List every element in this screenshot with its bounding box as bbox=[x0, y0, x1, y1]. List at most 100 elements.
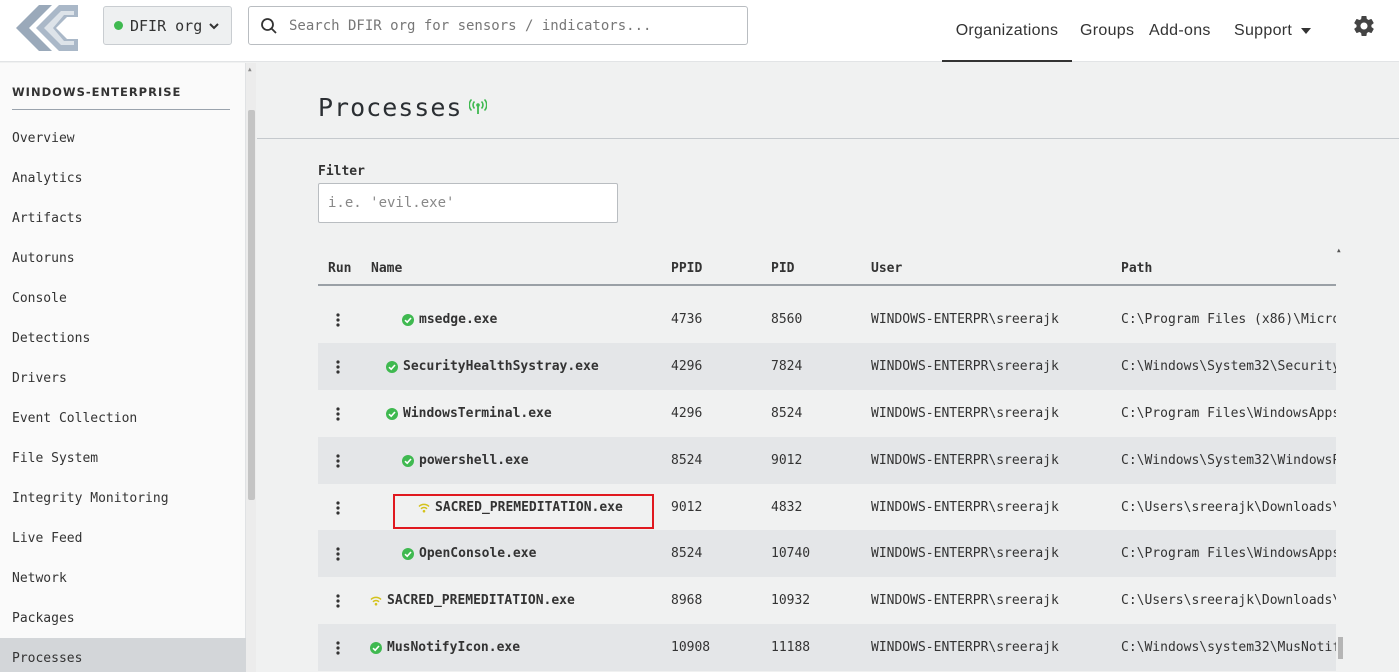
process-name: OpenConsole.exe bbox=[419, 546, 537, 561]
header-user[interactable]: User bbox=[871, 261, 902, 276]
process-name-cell: powershell.exe bbox=[402, 437, 529, 484]
kebab-menu-icon[interactable] bbox=[332, 296, 344, 343]
process-ppid: 4296 bbox=[671, 406, 703, 421]
header-pid[interactable]: PID bbox=[771, 261, 794, 276]
scroll-up-arrow-icon[interactable]: ▲ bbox=[248, 66, 252, 73]
gear-icon[interactable] bbox=[1352, 14, 1376, 38]
sidebar-item-artifacts[interactable]: Artifacts bbox=[0, 201, 246, 235]
process-path: C:\Program Files (x86)\Micros bbox=[1121, 312, 1336, 327]
search-icon bbox=[260, 17, 278, 35]
search-box[interactable] bbox=[248, 6, 748, 45]
main-content: Processes Filter Run Name PPID PID User … bbox=[257, 63, 1399, 672]
nav-support-label: Support bbox=[1234, 22, 1293, 39]
process-path: C:\Windows\System32\WindowsPo bbox=[1121, 453, 1336, 468]
process-pid: 8560 bbox=[771, 312, 803, 327]
check-circle-icon bbox=[386, 407, 398, 420]
sidebar-item-packages[interactable]: Packages bbox=[0, 601, 246, 635]
kebab-menu-icon[interactable] bbox=[332, 624, 344, 671]
process-user: WINDOWS-ENTERPR\sreerajk bbox=[871, 453, 1059, 468]
process-name: SACRED_PREMEDITATION.exe bbox=[387, 593, 575, 608]
page-title: Processes bbox=[318, 93, 463, 122]
table-scrollbar-thumb[interactable] bbox=[1338, 637, 1343, 659]
sidebar-item-file-system[interactable]: File System bbox=[0, 441, 246, 475]
search-input[interactable] bbox=[289, 17, 729, 34]
filter-input[interactable] bbox=[318, 183, 618, 223]
sidebar-item-analytics[interactable]: Analytics bbox=[0, 161, 246, 195]
kebab-menu-icon[interactable] bbox=[332, 343, 344, 390]
process-name: WindowsTerminal.exe bbox=[403, 406, 552, 421]
sidebar-scrollbar-thumb[interactable] bbox=[248, 110, 255, 500]
sidebar-item-processes[interactable]: Processes bbox=[0, 638, 246, 672]
org-selector[interactable]: DFIR org bbox=[103, 6, 232, 45]
process-ppid: 10908 bbox=[671, 640, 711, 655]
process-name-cell: SecurityHealthSystray.exe bbox=[386, 343, 599, 390]
wifi-icon bbox=[370, 595, 382, 607]
table-row[interactable]: OpenConsole.exe 8524 10740 WINDOWS-ENTER… bbox=[318, 530, 1336, 577]
process-ppid: 8524 bbox=[671, 546, 703, 561]
sidebar-item-live-feed[interactable]: Live Feed bbox=[0, 521, 246, 555]
process-name: msedge.exe bbox=[419, 312, 498, 327]
sidebar-item-console[interactable]: Console bbox=[0, 281, 246, 315]
process-user: WINDOWS-ENTERPR\sreerajk bbox=[871, 312, 1059, 327]
table-row[interactable]: SACRED_PREMEDITATION.exe 8968 10932 WIND… bbox=[318, 577, 1336, 624]
table-row[interactable]: MusNotifyIcon.exe 10908 11188 WINDOWS-EN… bbox=[318, 624, 1336, 671]
kebab-menu-icon[interactable] bbox=[332, 390, 344, 437]
sidebar-item-drivers[interactable]: Drivers bbox=[0, 361, 246, 395]
process-pid: 11188 bbox=[771, 640, 811, 655]
header-path[interactable]: Path bbox=[1121, 261, 1152, 276]
table-row[interactable]: WindowsTerminal.exe 4296 8524 WINDOWS-EN… bbox=[318, 390, 1336, 437]
header-run[interactable]: Run bbox=[328, 261, 351, 276]
process-pid: 8524 bbox=[771, 406, 803, 421]
process-ppid: 8968 bbox=[671, 593, 703, 608]
table-scrollbar[interactable] bbox=[1335, 250, 1344, 672]
process-path: C:\Windows\System32\SecurityH bbox=[1121, 359, 1336, 374]
top-bar: DFIR org Organizations Groups Add-ons Su… bbox=[0, 0, 1399, 62]
table-row[interactable]: SecurityHealthSystray.exe 4296 7824 WIND… bbox=[318, 343, 1336, 390]
sidebar-item-network[interactable]: Network bbox=[0, 561, 246, 595]
process-user: WINDOWS-ENTERPR\sreerajk bbox=[871, 406, 1059, 421]
process-pid: 9012 bbox=[771, 453, 803, 468]
highlight-box bbox=[393, 494, 654, 529]
sidebar-item-detections[interactable]: Detections bbox=[0, 321, 246, 355]
kebab-menu-icon[interactable] bbox=[332, 437, 344, 484]
process-path: C:\Users\sreerajk\Downloads\S bbox=[1121, 500, 1336, 515]
process-user: WINDOWS-ENTERPR\sreerajk bbox=[871, 546, 1059, 561]
sidebar: WINDOWS-ENTERPRISE Overview Analytics Ar… bbox=[0, 63, 246, 672]
kebab-menu-icon[interactable] bbox=[332, 577, 344, 624]
table-header: Run Name PPID PID User Path bbox=[318, 248, 1336, 286]
nav-organizations[interactable]: Organizations bbox=[942, 0, 1072, 62]
nav-groups[interactable]: Groups bbox=[1080, 0, 1134, 62]
header-name[interactable]: Name bbox=[371, 261, 402, 276]
process-path: C:\Program Files\WindowsApps\ bbox=[1121, 406, 1336, 421]
process-ppid: 8524 bbox=[671, 453, 703, 468]
kebab-menu-icon[interactable] bbox=[332, 484, 344, 531]
org-status-dot bbox=[114, 21, 123, 30]
process-user: WINDOWS-ENTERPR\sreerajk bbox=[871, 640, 1059, 655]
table-row[interactable]: msedge.exe 4736 8560 WINDOWS-ENTERPR\sre… bbox=[318, 296, 1336, 343]
table-row[interactable]: powershell.exe 8524 9012 WINDOWS-ENTERPR… bbox=[318, 437, 1336, 484]
process-user: WINDOWS-ENTERPR\sreerajk bbox=[871, 593, 1059, 608]
nav-support[interactable]: Support bbox=[1234, 0, 1312, 62]
process-name-cell: MusNotifyIcon.exe bbox=[370, 624, 520, 671]
sidebar-item-integrity-monitoring[interactable]: Integrity Monitoring bbox=[0, 481, 246, 515]
process-name: SecurityHealthSystray.exe bbox=[403, 359, 599, 374]
check-circle-icon bbox=[402, 547, 414, 560]
process-name: powershell.exe bbox=[419, 453, 529, 468]
process-ppid: 9012 bbox=[671, 500, 703, 515]
sidebar-item-overview[interactable]: Overview bbox=[0, 121, 246, 155]
antenna-icon bbox=[469, 99, 487, 114]
org-selector-label: DFIR org bbox=[130, 16, 203, 35]
sidebar-item-event-collection[interactable]: Event Collection bbox=[0, 401, 246, 435]
sidebar-title: WINDOWS-ENTERPRISE bbox=[12, 85, 230, 110]
check-circle-icon bbox=[402, 454, 414, 467]
check-circle-icon bbox=[370, 641, 382, 654]
process-pid: 10932 bbox=[771, 593, 811, 608]
nav-addons[interactable]: Add-ons bbox=[1149, 0, 1211, 62]
kebab-menu-icon[interactable] bbox=[332, 530, 344, 577]
process-user: WINDOWS-ENTERPR\sreerajk bbox=[871, 359, 1059, 374]
sidebar-item-autoruns[interactable]: Autoruns bbox=[0, 241, 246, 275]
process-name-cell: msedge.exe bbox=[402, 296, 497, 343]
logo-icon[interactable] bbox=[14, 3, 80, 53]
process-ppid: 4736 bbox=[671, 312, 703, 327]
header-ppid[interactable]: PPID bbox=[671, 261, 702, 276]
